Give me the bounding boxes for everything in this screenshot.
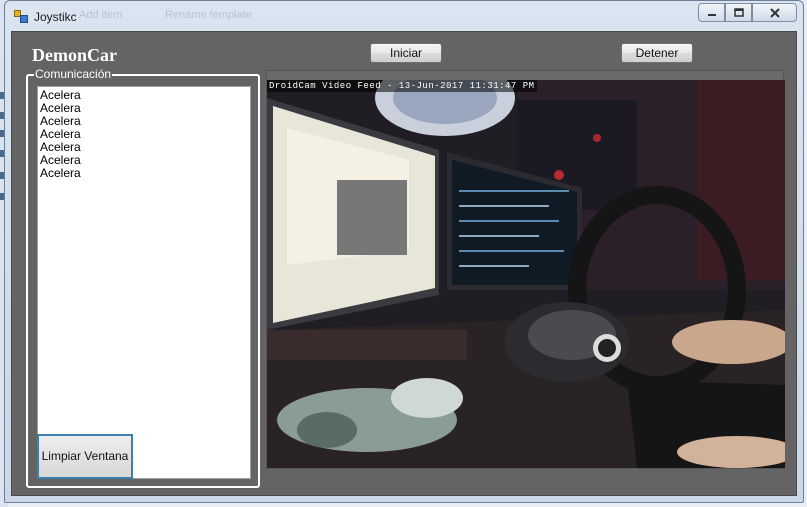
close-icon [769,7,780,18]
client-area: DemonCar Iniciar Detener Comunicación Ac… [11,31,797,496]
brand-title: DemonCar [32,45,117,65]
camera-scene [267,80,785,468]
maximize-button[interactable] [725,3,752,22]
start-button[interactable]: Iniciar [370,43,442,63]
communication-groupbox: Comunicación Acelera Acelera Acelera Ace… [26,67,260,488]
app-icon-part [20,15,28,23]
video-panel: DroidCam Video Feed - 13-Jun-2017 11:31:… [266,70,785,469]
title-bar[interactable]: Joystikc Add item Rename template [5,1,803,31]
close-button[interactable] [752,3,797,22]
app-window-icon[interactable] [13,9,29,25]
communication-log-list[interactable]: Acelera Acelera Acelera Acelera Acelera … [37,86,251,479]
window-title: Joystikc [34,10,77,24]
minimize-icon [707,13,716,16]
camera-feed: DroidCam Video Feed - 13-Jun-2017 11:31:… [267,80,785,468]
background-ghost-text: Rename template [165,9,252,21]
stop-button[interactable]: Detener [621,43,693,63]
background-ghost-text: Add item [79,9,123,21]
communication-group-title: Comunicación [34,67,113,81]
minimize-button[interactable] [698,3,725,22]
caption-buttons [698,3,797,23]
clear-window-button[interactable]: Limpiar Ventana [37,434,133,479]
maximize-icon [733,7,744,17]
app-window: Joystikc Add item Rename template DemonC… [4,0,804,503]
log-item[interactable]: Acelera [40,167,248,180]
camera-overlay-timestamp: DroidCam Video Feed - 13-Jun-2017 11:31:… [267,80,537,92]
